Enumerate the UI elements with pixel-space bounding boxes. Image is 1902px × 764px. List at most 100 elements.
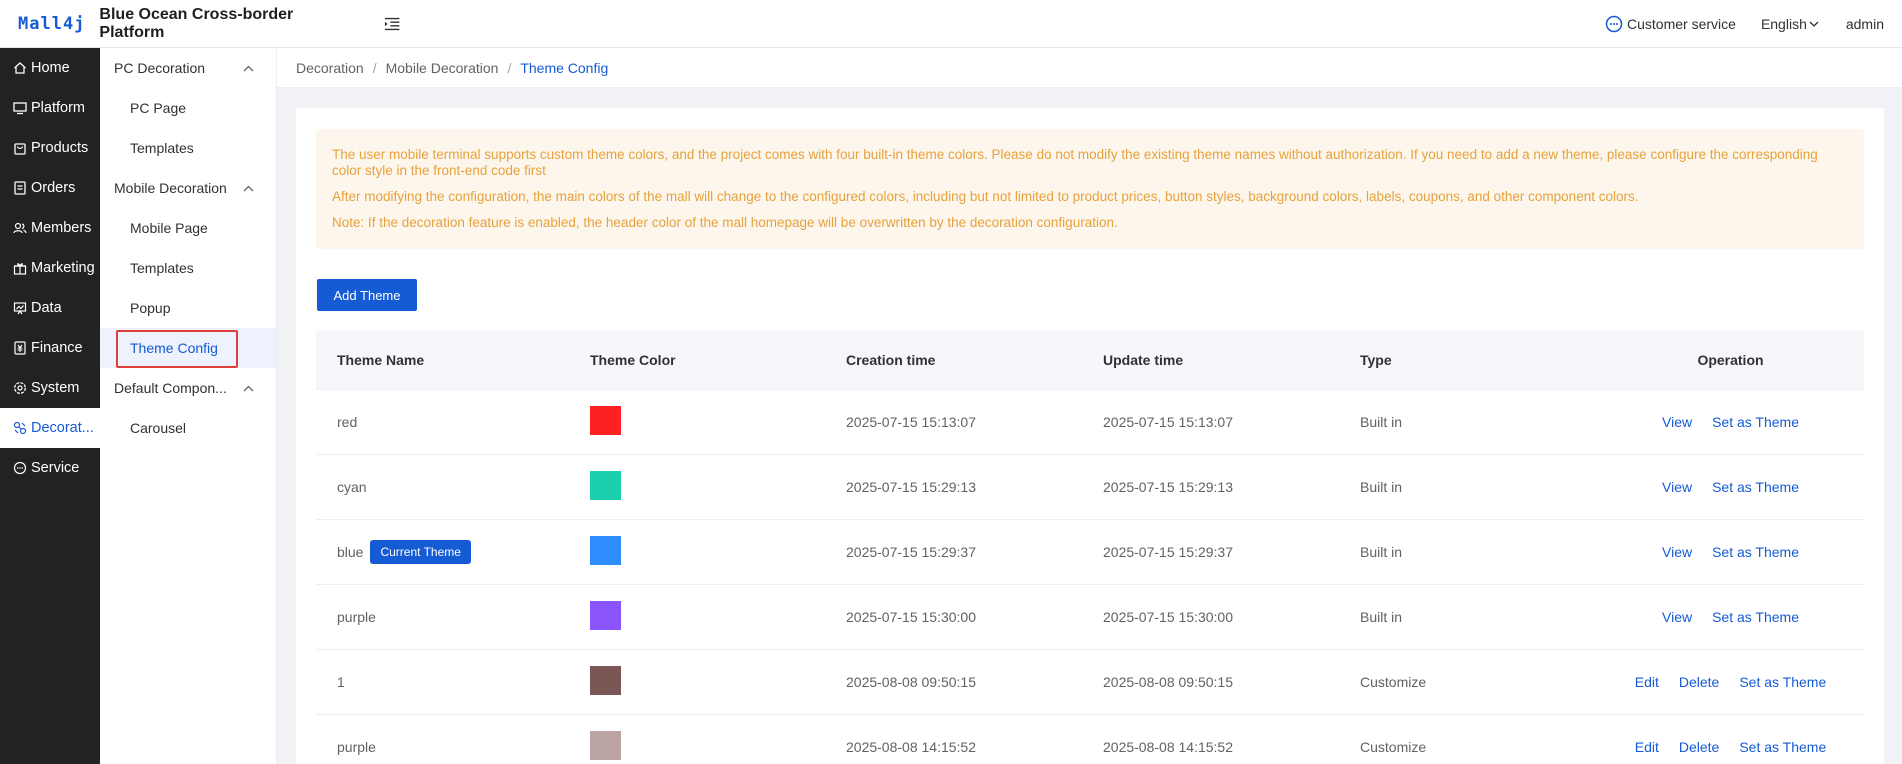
set-as-theme-link[interactable]: Set as Theme xyxy=(1712,544,1799,560)
bag-icon xyxy=(14,143,26,155)
set-as-theme-link[interactable]: Set as Theme xyxy=(1739,739,1826,755)
sidebar-item-label: Platform xyxy=(31,100,85,116)
logo[interactable]: Mall4j xyxy=(18,14,85,34)
breadcrumb-separator: / xyxy=(372,59,377,76)
subitem-pc-templates[interactable]: Templates xyxy=(100,128,276,168)
sidebar-item-system[interactable]: System xyxy=(0,368,100,408)
sidebar-item-decoration[interactable]: Decorat... xyxy=(0,408,100,448)
decoration-icon xyxy=(13,421,27,435)
subitem-label: Carousel xyxy=(130,420,187,436)
creation-time: 2025-08-08 14:15:52 xyxy=(846,739,976,755)
sidebar-item-label: Decorat... xyxy=(31,420,94,436)
sidebar-item-platform[interactable]: Platform xyxy=(0,88,100,128)
breadcrumb-item[interactable]: Decoration xyxy=(296,60,364,76)
chat-bubble-icon xyxy=(1605,15,1623,33)
sidebar-item-finance[interactable]: Finance xyxy=(0,328,100,368)
sidebar-item-members[interactable]: Members xyxy=(0,208,100,248)
creation-time: 2025-07-15 15:29:37 xyxy=(846,544,976,560)
chevron-down-icon xyxy=(1809,21,1819,27)
subitem-mobile-templates[interactable]: Templates xyxy=(100,248,276,288)
home-icon xyxy=(14,62,26,74)
add-theme-button[interactable]: Add Theme xyxy=(317,279,417,311)
breadcrumb-item[interactable]: Mobile Decoration xyxy=(386,60,499,76)
table-row: blue Current Theme 2025-07-15 15:29:37 2… xyxy=(316,520,1864,585)
view-link[interactable]: View xyxy=(1662,414,1692,430)
view-link[interactable]: View xyxy=(1662,544,1692,560)
theme-color-swatch xyxy=(590,536,621,565)
chevron-up-icon xyxy=(243,385,254,391)
view-link[interactable]: View xyxy=(1662,609,1692,625)
column-header: Creation time xyxy=(846,351,936,368)
sidebar-item-label: Products xyxy=(31,140,89,156)
theme-name: blue xyxy=(337,544,364,560)
theme-name: cyan xyxy=(337,479,367,495)
update-time: 2025-07-15 15:13:07 xyxy=(1103,414,1233,430)
sidebar-item-products[interactable]: Products xyxy=(0,128,100,168)
column-header: Operation xyxy=(1697,351,1764,368)
edit-link[interactable]: Edit xyxy=(1635,739,1659,755)
subgroup-pc-decoration[interactable]: PC Decoration xyxy=(100,48,276,88)
table-row: purple 2025-08-08 14:15:52 2025-08-08 14… xyxy=(316,715,1864,764)
subgroup-mobile-decoration[interactable]: Mobile Decoration xyxy=(100,168,276,208)
set-as-theme-link[interactable]: Set as Theme xyxy=(1739,674,1826,690)
theme-color-swatch xyxy=(590,731,621,760)
sidebar-item-home[interactable]: Home xyxy=(0,48,100,88)
notice-text: After modifying the configuration, the m… xyxy=(332,189,1639,204)
document-icon xyxy=(14,181,26,195)
update-time: 2025-08-08 09:50:15 xyxy=(1103,674,1233,690)
creation-time: 2025-07-15 15:13:07 xyxy=(846,414,976,430)
delete-link[interactable]: Delete xyxy=(1679,739,1719,755)
set-as-theme-link[interactable]: Set as Theme xyxy=(1712,609,1799,625)
sidebar-item-marketing[interactable]: Marketing xyxy=(0,248,100,288)
delete-link[interactable]: Delete xyxy=(1679,674,1719,690)
theme-type: Customize xyxy=(1360,674,1427,690)
subgroup-label: Mobile Decoration xyxy=(114,180,227,196)
table-row: purple 2025-07-15 15:30:00 2025-07-15 15… xyxy=(316,585,1864,650)
update-time: 2025-08-08 14:15:52 xyxy=(1103,739,1233,755)
sidebar-item-service[interactable]: Service xyxy=(0,448,100,488)
subitem-pc-page[interactable]: PC Page xyxy=(100,88,276,128)
update-time: 2025-07-15 15:29:13 xyxy=(1103,479,1233,495)
highlight-box xyxy=(116,330,238,368)
sidebar-item-label: Orders xyxy=(31,180,76,196)
set-as-theme-link[interactable]: Set as Theme xyxy=(1712,414,1799,430)
subitem-label: Templates xyxy=(130,140,194,156)
column-header: Type xyxy=(1360,351,1392,368)
logo-area: Mall4j Blue Ocean Cross-border Platform xyxy=(0,0,400,48)
sidebar-item-orders[interactable]: Orders xyxy=(0,168,100,208)
set-as-theme-link[interactable]: Set as Theme xyxy=(1712,479,1799,495)
customer-service-button[interactable]: Customer service xyxy=(1605,15,1736,33)
user-menu[interactable]: admin xyxy=(1846,16,1884,32)
theme-color-swatch xyxy=(590,406,621,435)
update-time: 2025-07-15 15:30:00 xyxy=(1103,609,1233,625)
theme-type: Built in xyxy=(1360,414,1403,430)
content-card: The user mobile terminal supports custom… xyxy=(296,108,1884,764)
menu-fold-icon[interactable] xyxy=(384,17,400,31)
subitem-label: Mobile Page xyxy=(130,220,208,236)
table-row: 1 2025-08-08 09:50:15 2025-08-08 09:50:1… xyxy=(316,650,1864,715)
subitem-theme-config[interactable]: Theme Config xyxy=(100,328,276,368)
subitem-mobile-page[interactable]: Mobile Page xyxy=(100,208,276,248)
notice-text: The user mobile terminal supports custom… xyxy=(332,147,1818,178)
table-row: red 2025-07-15 15:13:07 2025-07-15 15:13… xyxy=(316,390,1864,455)
subgroup-default-components[interactable]: Default Compon... xyxy=(100,368,276,408)
edit-link[interactable]: Edit xyxy=(1635,674,1659,690)
theme-color-swatch xyxy=(590,601,621,630)
language-dropdown[interactable]: English xyxy=(1761,16,1819,32)
theme-color-swatch xyxy=(590,471,621,500)
subitem-popup[interactable]: Popup xyxy=(100,288,276,328)
theme-color-swatch xyxy=(590,666,621,695)
breadcrumb-current: Theme Config xyxy=(520,59,609,76)
subitem-label: PC Page xyxy=(130,100,187,116)
column-header: Update time xyxy=(1103,351,1184,368)
view-link[interactable]: View xyxy=(1662,479,1692,495)
sidebar-item-data[interactable]: Data xyxy=(0,288,100,328)
theme-name: red xyxy=(337,414,358,430)
theme-name: purple xyxy=(337,609,376,625)
column-header: Theme Color xyxy=(590,351,676,368)
subitem-label: Templates xyxy=(130,260,194,276)
language-label: English xyxy=(1760,16,1807,32)
sidebar-item-label: Marketing xyxy=(31,260,95,276)
subitem-carousel[interactable]: Carousel xyxy=(100,408,276,448)
chat-icon xyxy=(13,461,27,475)
